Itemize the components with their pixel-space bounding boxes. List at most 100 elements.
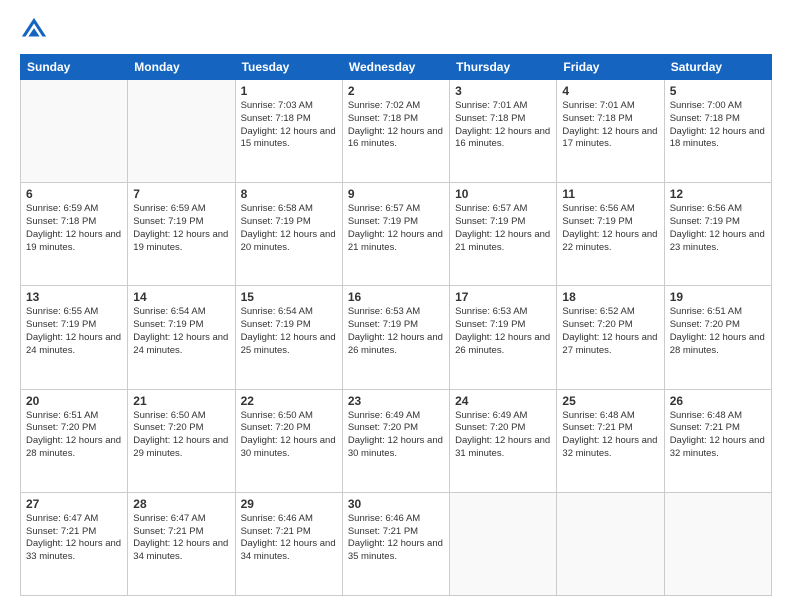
day-info: Sunrise: 6:51 AM Sunset: 7:20 PM Dayligh… xyxy=(670,306,766,357)
day-number: 15 xyxy=(241,290,337,304)
day-number: 27 xyxy=(26,497,122,511)
calendar-cell xyxy=(664,492,771,595)
calendar-cell xyxy=(450,492,557,595)
day-number: 3 xyxy=(455,84,551,98)
calendar-cell: 23 Sunrise: 6:49 AM Sunset: 7:20 PM Dayli… xyxy=(342,389,449,492)
day-number: 10 xyxy=(455,187,551,201)
calendar-cell xyxy=(21,80,128,183)
calendar-cell: 29 Sunrise: 6:46 AM Sunset: 7:21 PM Dayli… xyxy=(235,492,342,595)
day-number: 8 xyxy=(241,187,337,201)
days-of-week-row: SundayMondayTuesdayWednesdayThursdayFrid… xyxy=(21,55,772,80)
calendar-cell: 20Sunrise: 6:51 AM Sunset: 7:20 PM Dayli… xyxy=(21,389,128,492)
day-number: 24 xyxy=(455,394,551,408)
calendar-cell: 27 Sunrise: 6:47 AM Sunset: 7:21 PM Dayli… xyxy=(21,492,128,595)
calendar-cell: 22Sunrise: 6:50 AM Sunset: 7:20 PM Dayli… xyxy=(235,389,342,492)
day-of-week-header: Friday xyxy=(557,55,664,80)
day-number: 28 xyxy=(133,497,229,511)
day-info: Sunrise: 6:54 AM Sunset: 7:19 PM Dayligh… xyxy=(241,306,337,357)
header xyxy=(20,16,772,44)
day-info: Sunrise: 6:58 AM Sunset: 7:19 PM Dayligh… xyxy=(241,203,337,254)
day-number: 2 xyxy=(348,84,444,98)
day-number: 9 xyxy=(348,187,444,201)
calendar-cell: 2 Sunrise: 7:02 AM Sunset: 7:18 PM Daylig… xyxy=(342,80,449,183)
day-info: Sunrise: 6:49 AM Sunset: 7:20 PM Dayligh… xyxy=(348,410,444,461)
day-info: Sunrise: 7:00 AM Sunset: 7:18 PM Dayligh… xyxy=(670,100,766,151)
day-number: 13 xyxy=(26,290,122,304)
calendar-body: 1 Sunrise: 7:03 AM Sunset: 7:18 PM Daylig… xyxy=(21,80,772,596)
calendar-header: SundayMondayTuesdayWednesdayThursdayFrid… xyxy=(21,55,772,80)
day-info: Sunrise: 7:01 AM Sunset: 7:18 PM Dayligh… xyxy=(562,100,658,151)
calendar-cell: 12 Sunrise: 6:56 AM Sunset: 7:19 PM Dayli… xyxy=(664,183,771,286)
day-number: 7 xyxy=(133,187,229,201)
day-of-week-header: Wednesday xyxy=(342,55,449,80)
calendar-cell: 14 Sunrise: 6:54 AM Sunset: 7:19 PM Dayli… xyxy=(128,286,235,389)
day-number: 29 xyxy=(241,497,337,511)
day-info: Sunrise: 6:56 AM Sunset: 7:19 PM Dayligh… xyxy=(670,203,766,254)
calendar-cell: 7 Sunrise: 6:59 AM Sunset: 7:19 PM Daylig… xyxy=(128,183,235,286)
calendar-cell: 13 Sunrise: 6:55 AM Sunset: 7:19 PM Dayli… xyxy=(21,286,128,389)
day-number: 23 xyxy=(348,394,444,408)
day-info: Sunrise: 6:48 AM Sunset: 7:21 PM Dayligh… xyxy=(670,410,766,461)
day-info: Sunrise: 6:47 AM Sunset: 7:21 PM Dayligh… xyxy=(133,513,229,564)
day-number: 18 xyxy=(562,290,658,304)
day-number: 4 xyxy=(562,84,658,98)
logo xyxy=(20,16,52,44)
calendar-cell: 10 Sunrise: 6:57 AM Sunset: 7:19 PM Dayli… xyxy=(450,183,557,286)
day-of-week-header: Monday xyxy=(128,55,235,80)
calendar-week-row: 1 Sunrise: 7:03 AM Sunset: 7:18 PM Daylig… xyxy=(21,80,772,183)
calendar-week-row: 13 Sunrise: 6:55 AM Sunset: 7:19 PM Dayli… xyxy=(21,286,772,389)
logo-icon xyxy=(20,16,48,44)
day-info: Sunrise: 6:46 AM Sunset: 7:21 PM Dayligh… xyxy=(348,513,444,564)
day-number: 22 xyxy=(241,394,337,408)
calendar-cell: 16 Sunrise: 6:53 AM Sunset: 7:19 PM Dayli… xyxy=(342,286,449,389)
calendar-cell: 30Sunrise: 6:46 AM Sunset: 7:21 PM Dayli… xyxy=(342,492,449,595)
day-info: Sunrise: 7:03 AM Sunset: 7:18 PM Dayligh… xyxy=(241,100,337,151)
day-info: Sunrise: 6:50 AM Sunset: 7:20 PM Dayligh… xyxy=(133,410,229,461)
calendar-cell: 3Sunrise: 7:01 AM Sunset: 7:18 PM Daylig… xyxy=(450,80,557,183)
day-info: Sunrise: 6:59 AM Sunset: 7:18 PM Dayligh… xyxy=(26,203,122,254)
day-info: Sunrise: 6:52 AM Sunset: 7:20 PM Dayligh… xyxy=(562,306,658,357)
calendar-cell: 21 Sunrise: 6:50 AM Sunset: 7:20 PM Dayli… xyxy=(128,389,235,492)
day-number: 12 xyxy=(670,187,766,201)
calendar-table: SundayMondayTuesdayWednesdayThursdayFrid… xyxy=(20,54,772,596)
day-number: 20 xyxy=(26,394,122,408)
day-of-week-header: Tuesday xyxy=(235,55,342,80)
day-info: Sunrise: 6:48 AM Sunset: 7:21 PM Dayligh… xyxy=(562,410,658,461)
calendar-cell xyxy=(128,80,235,183)
day-info: Sunrise: 6:53 AM Sunset: 7:19 PM Dayligh… xyxy=(348,306,444,357)
calendar-cell: 17 Sunrise: 6:53 AM Sunset: 7:19 PM Dayli… xyxy=(450,286,557,389)
calendar-cell: 8 Sunrise: 6:58 AM Sunset: 7:19 PM Daylig… xyxy=(235,183,342,286)
day-info: Sunrise: 6:57 AM Sunset: 7:19 PM Dayligh… xyxy=(348,203,444,254)
calendar-cell: 18 Sunrise: 6:52 AM Sunset: 7:20 PM Dayli… xyxy=(557,286,664,389)
day-number: 17 xyxy=(455,290,551,304)
day-of-week-header: Saturday xyxy=(664,55,771,80)
day-info: Sunrise: 6:47 AM Sunset: 7:21 PM Dayligh… xyxy=(26,513,122,564)
calendar-cell: 19 Sunrise: 6:51 AM Sunset: 7:20 PM Dayli… xyxy=(664,286,771,389)
calendar-cell: 9 Sunrise: 6:57 AM Sunset: 7:19 PM Daylig… xyxy=(342,183,449,286)
calendar-cell xyxy=(557,492,664,595)
day-info: Sunrise: 6:57 AM Sunset: 7:19 PM Dayligh… xyxy=(455,203,551,254)
day-number: 25 xyxy=(562,394,658,408)
day-info: Sunrise: 6:59 AM Sunset: 7:19 PM Dayligh… xyxy=(133,203,229,254)
day-number: 19 xyxy=(670,290,766,304)
day-of-week-header: Thursday xyxy=(450,55,557,80)
day-info: Sunrise: 6:49 AM Sunset: 7:20 PM Dayligh… xyxy=(455,410,551,461)
day-number: 21 xyxy=(133,394,229,408)
day-number: 16 xyxy=(348,290,444,304)
day-info: Sunrise: 6:55 AM Sunset: 7:19 PM Dayligh… xyxy=(26,306,122,357)
day-info: Sunrise: 6:53 AM Sunset: 7:19 PM Dayligh… xyxy=(455,306,551,357)
day-of-week-header: Sunday xyxy=(21,55,128,80)
day-number: 14 xyxy=(133,290,229,304)
calendar-cell: 24 Sunrise: 6:49 AM Sunset: 7:20 PM Dayli… xyxy=(450,389,557,492)
calendar-cell: 26 Sunrise: 6:48 AM Sunset: 7:21 PM Dayli… xyxy=(664,389,771,492)
calendar-week-row: 27 Sunrise: 6:47 AM Sunset: 7:21 PM Dayli… xyxy=(21,492,772,595)
day-number: 26 xyxy=(670,394,766,408)
calendar-cell: 15 Sunrise: 6:54 AM Sunset: 7:19 PM Dayli… xyxy=(235,286,342,389)
day-info: Sunrise: 7:02 AM Sunset: 7:18 PM Dayligh… xyxy=(348,100,444,151)
day-info: Sunrise: 6:46 AM Sunset: 7:21 PM Dayligh… xyxy=(241,513,337,564)
day-info: Sunrise: 6:54 AM Sunset: 7:19 PM Dayligh… xyxy=(133,306,229,357)
calendar-cell: 6Sunrise: 6:59 AM Sunset: 7:18 PM Daylig… xyxy=(21,183,128,286)
calendar-cell: 4 Sunrise: 7:01 AM Sunset: 7:18 PM Daylig… xyxy=(557,80,664,183)
calendar-cell: 28 Sunrise: 6:47 AM Sunset: 7:21 PM Dayli… xyxy=(128,492,235,595)
day-number: 1 xyxy=(241,84,337,98)
